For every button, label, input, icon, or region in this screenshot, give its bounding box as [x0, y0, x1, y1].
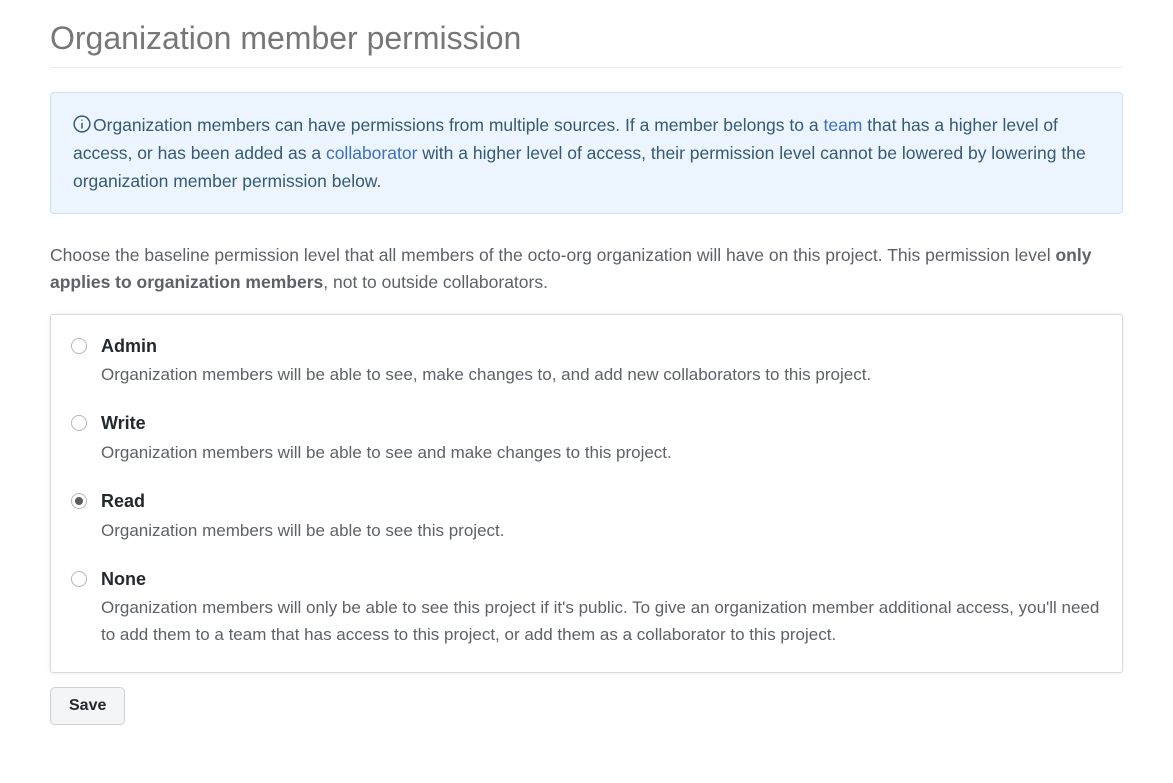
permission-radio-group: Admin Organization members will be able t…	[50, 314, 1123, 673]
radio-row-none[interactable]: None Organization members will only be ab…	[71, 568, 1102, 648]
link-team[interactable]: team	[823, 115, 862, 135]
radio-admin[interactable]	[71, 338, 87, 354]
link-collaborator[interactable]: collaborator	[326, 143, 417, 163]
radio-read[interactable]	[71, 493, 87, 509]
radio-label-none: None	[101, 568, 1102, 591]
intro-post: , not to outside collaborators.	[323, 272, 548, 292]
radio-desc-read: Organization members will be able to see…	[101, 518, 1102, 544]
info-icon	[73, 115, 91, 133]
radio-none[interactable]	[71, 571, 87, 587]
radio-desc-none: Organization members will only be able t…	[101, 595, 1102, 648]
radio-desc-write: Organization members will be able to see…	[101, 440, 1102, 466]
radio-label-read: Read	[101, 490, 1102, 513]
radio-write[interactable]	[71, 415, 87, 431]
radio-label-write: Write	[101, 412, 1102, 435]
radio-label-admin: Admin	[101, 335, 1102, 358]
info-flash: Organization members can have permission…	[50, 92, 1123, 214]
radio-desc-admin: Organization members will be able to see…	[101, 362, 1102, 388]
save-button[interactable]: Save	[50, 687, 125, 725]
page-title: Organization member permission	[50, 20, 1123, 68]
flash-text-pre: Organization members can have permission…	[93, 115, 823, 135]
radio-row-write[interactable]: Write Organization members will be able t…	[71, 412, 1102, 466]
radio-row-read[interactable]: Read Organization members will be able to…	[71, 490, 1102, 544]
radio-row-admin[interactable]: Admin Organization members will be able t…	[71, 335, 1102, 389]
intro-text: Choose the baseline permission level tha…	[50, 242, 1123, 296]
intro-pre: Choose the baseline permission level tha…	[50, 245, 1055, 265]
